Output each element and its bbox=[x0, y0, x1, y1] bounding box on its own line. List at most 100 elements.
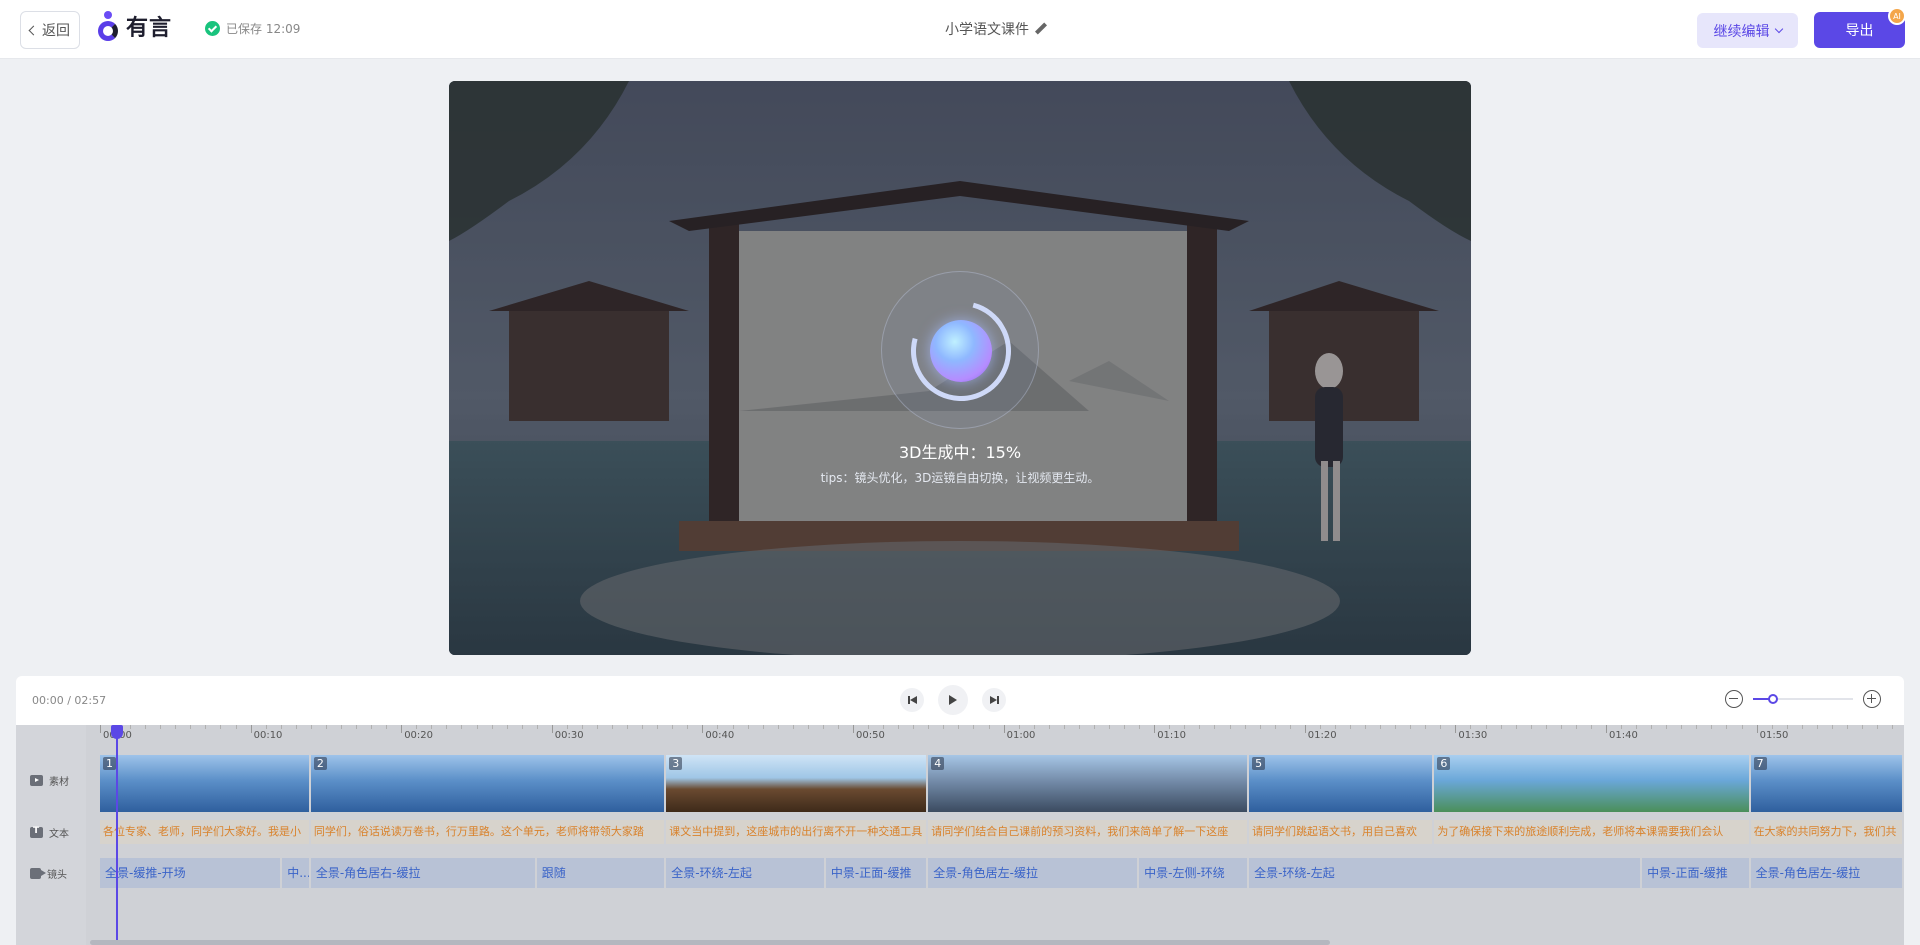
ruler-minor-tick bbox=[913, 725, 915, 729]
ruler-minor-tick bbox=[1093, 725, 1095, 729]
playhead-handle[interactable] bbox=[111, 725, 123, 739]
ruler-minor-tick bbox=[461, 725, 463, 729]
text-clip[interactable]: 请同学们跳起语文书，用自己喜欢 bbox=[1249, 820, 1435, 844]
ruler-minor-tick bbox=[717, 725, 719, 729]
shot-clip[interactable]: 中景-正面-缓推 bbox=[1642, 858, 1751, 888]
continue-edit-label: 继续编辑 bbox=[1713, 23, 1770, 40]
shot-clip[interactable]: 中景-左侧-环绕 bbox=[1139, 858, 1250, 888]
text-clip[interactable]: 为了确保接下来的旅途顺利完成，老师将本课需要我们会认 bbox=[1434, 820, 1751, 844]
ruler-tick-label: 01:00 bbox=[1006, 730, 1036, 741]
ruler-minor-tick bbox=[822, 725, 824, 729]
ruler-minor-tick bbox=[1048, 725, 1050, 729]
material-clip[interactable]: 6 bbox=[1434, 755, 1751, 812]
ruler-minor-tick bbox=[657, 725, 659, 729]
shot-clip[interactable]: 全景-缓推-开场 bbox=[100, 858, 283, 888]
ruler-minor-tick bbox=[1877, 725, 1879, 729]
text-clip[interactable]: 各位专家、老师，同学们大家好。我是小 bbox=[100, 820, 311, 844]
shot-clip[interactable]: 全景-环绕-左起 bbox=[666, 858, 826, 888]
shot-clip[interactable]: 全景-角色居右-缓拉 bbox=[310, 858, 537, 888]
ruler-minor-tick bbox=[1033, 725, 1035, 729]
ruler-minor-tick bbox=[1440, 725, 1442, 729]
text-clip[interactable]: 在大家的共同努力下，我们共 bbox=[1750, 820, 1904, 844]
ruler-minor-tick bbox=[190, 725, 192, 729]
skip-back-icon bbox=[909, 696, 917, 704]
ruler-minor-tick bbox=[1831, 725, 1833, 729]
ruler-minor-tick bbox=[1485, 725, 1487, 729]
shot-clip[interactable]: 跟随 bbox=[536, 858, 667, 888]
ruler-minor-tick bbox=[1109, 725, 1111, 729]
material-clip[interactable]: 3 bbox=[666, 755, 929, 812]
save-status: 已保存 12:09 bbox=[205, 20, 300, 37]
export-label: 导出 bbox=[1845, 23, 1874, 39]
ruler-minor-tick bbox=[1199, 725, 1201, 729]
shot-clip[interactable]: 全景-环绕-左起 bbox=[1249, 858, 1643, 888]
ruler-minor-tick bbox=[1365, 725, 1367, 729]
skip-forward-button[interactable] bbox=[982, 688, 1006, 712]
generation-progress-text: 3D生成中：15% bbox=[898, 443, 1022, 462]
zoom-in-icon[interactable] bbox=[1863, 690, 1881, 708]
zoom-slider-handle[interactable] bbox=[1768, 694, 1778, 704]
generation-tips: tips：镜头优化，3D运镜自由切换，让视频更生动。 bbox=[820, 471, 1100, 485]
continue-edit-button[interactable]: 继续编辑 bbox=[1697, 13, 1798, 48]
document-title[interactable]: 小学语文课件 bbox=[945, 19, 1047, 39]
clip-number: 6 bbox=[1437, 757, 1451, 770]
app-logo: 有言 bbox=[98, 9, 172, 43]
ruler-minor-tick bbox=[265, 725, 267, 729]
playhead[interactable] bbox=[111, 725, 123, 945]
time-ruler[interactable]: 00:0000:1000:2000:3000:4000:5001:0001:10… bbox=[100, 725, 1904, 747]
track-label-camera: 镜头 bbox=[30, 866, 67, 881]
ruler-minor-tick bbox=[988, 725, 990, 729]
ruler-minor-tick bbox=[1259, 725, 1261, 729]
ruler-minor-tick bbox=[371, 725, 373, 729]
ruler-minor-tick bbox=[1545, 725, 1547, 729]
ruler-minor-tick bbox=[1139, 725, 1141, 729]
ruler-minor-tick bbox=[807, 725, 809, 729]
ruler-minor-tick bbox=[1078, 725, 1080, 729]
shot-clip[interactable]: 全景-角色居左-缓拉 bbox=[1750, 858, 1904, 888]
text-clip[interactable]: 同学们，俗话说读万卷书，行万里路。这个单元，老师将带领大家踏 bbox=[310, 820, 667, 844]
transport-controls bbox=[900, 685, 1006, 715]
top-header: 返回 有言 已保存 12:09 小学语文课件 继续编辑 导出 AI bbox=[0, 0, 1920, 59]
material-clip[interactable]: 4 bbox=[928, 755, 1250, 812]
ruler-minor-tick bbox=[837, 725, 839, 729]
material-clip[interactable]: 1 bbox=[100, 755, 311, 812]
material-clip[interactable]: 2 bbox=[310, 755, 667, 812]
ruler-minor-tick bbox=[1771, 725, 1773, 729]
text-clip[interactable]: 课文当中提到，这座城市的出行离不开一种交通工具 bbox=[666, 820, 929, 844]
horizontal-scrollbar[interactable] bbox=[90, 940, 1330, 945]
ruler-minor-tick bbox=[235, 725, 237, 729]
camera-icon bbox=[30, 868, 46, 879]
clip-number: 1 bbox=[103, 757, 116, 770]
ruler-tick-label: 01:10 bbox=[1157, 730, 1187, 741]
zoom-out-icon[interactable] bbox=[1725, 690, 1743, 708]
chevron-down-icon bbox=[1774, 24, 1783, 34]
ruler-minor-tick bbox=[1124, 725, 1126, 729]
zoom-slider[interactable] bbox=[1753, 694, 1853, 704]
ruler-minor-tick bbox=[1515, 725, 1517, 729]
shot-clip[interactable]: 中... bbox=[282, 858, 311, 888]
ruler-minor-tick bbox=[642, 725, 644, 729]
text-clip[interactable]: 请同学们结合自己课前的预习资料，我们来简单了解一下这座 bbox=[928, 820, 1250, 844]
ruler-tick-label: 00:40 bbox=[705, 730, 735, 741]
ruler-minor-tick bbox=[1590, 725, 1592, 729]
back-button[interactable]: 返回 bbox=[20, 11, 80, 49]
track-labels: 素材 文本 镜头 bbox=[16, 725, 86, 945]
material-clip[interactable]: 7 bbox=[1750, 755, 1904, 812]
ruler-minor-tick bbox=[1169, 725, 1171, 729]
clip-number: 5 bbox=[1252, 757, 1266, 770]
ruler-minor-tick bbox=[506, 725, 508, 729]
play-button[interactable] bbox=[938, 685, 968, 715]
text-icon bbox=[30, 826, 43, 838]
ruler-minor-tick bbox=[1681, 725, 1683, 729]
ruler-minor-tick bbox=[521, 725, 523, 729]
ruler-tick-label: 00:20 bbox=[404, 730, 434, 741]
shot-clip[interactable]: 全景-角色居左-缓拉 bbox=[928, 858, 1140, 888]
material-clip[interactable]: 5 bbox=[1249, 755, 1435, 812]
ruler-minor-tick bbox=[205, 725, 207, 729]
shot-clip[interactable]: 中景-正面-缓推 bbox=[825, 858, 929, 888]
ruler-minor-tick bbox=[596, 725, 598, 729]
skip-back-button[interactable] bbox=[900, 688, 924, 712]
chevron-left-icon bbox=[28, 25, 39, 35]
ruler-minor-tick bbox=[777, 725, 779, 729]
pencil-icon[interactable] bbox=[1035, 23, 1047, 35]
